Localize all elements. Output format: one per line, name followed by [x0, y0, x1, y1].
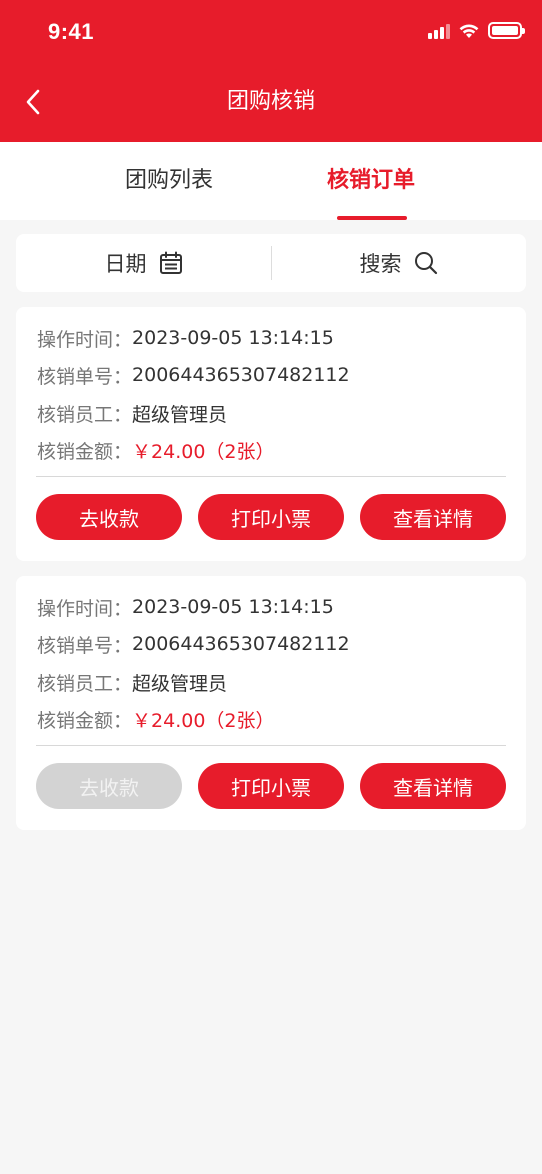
- search-icon: [414, 252, 437, 275]
- operation-time-value: 2023-09-05 13:14:15: [132, 327, 334, 349]
- amount-row: 核销金额： ￥24.00（2张）: [37, 704, 275, 734]
- page-title: 团购核销: [226, 89, 315, 114]
- operation-time-row: 操作时间： 2023-09-05 13:14:15: [37, 592, 334, 622]
- search-label: 搜索: [359, 252, 402, 276]
- filter-bar: 日期 搜索: [16, 234, 526, 292]
- app-header: 9:41 团购核销: [0, 0, 542, 142]
- collect-payment-button[interactable]: 去收款: [36, 494, 182, 540]
- active-tab-indicator: [337, 216, 407, 220]
- view-details-button[interactable]: 查看详情: [360, 763, 506, 809]
- operation-time-value: 2023-09-05 13:14:15: [132, 596, 334, 618]
- amount-label: 核销金额：: [37, 440, 133, 463]
- card-divider: [36, 476, 506, 477]
- date-filter-label: 日期: [104, 252, 147, 276]
- tab-group-buy-list[interactable]: 团购列表: [79, 142, 259, 220]
- collect-payment-button-disabled[interactable]: 去收款: [36, 763, 182, 809]
- order-card: 操作时间： 2023-09-05 13:14:15 核销单号： 20064436…: [16, 307, 526, 561]
- staff-value: 超级管理员: [132, 672, 228, 695]
- order-number-label: 核销单号：: [37, 634, 133, 657]
- order-number-label: 核销单号：: [37, 365, 133, 388]
- amount-value: ￥24.00（2张）: [132, 709, 275, 732]
- staff-label: 核销员工：: [37, 403, 133, 426]
- staff-label: 核销员工：: [37, 672, 133, 695]
- amount-row: 核销金额： ￥24.00（2张）: [37, 435, 275, 465]
- status-icons: [428, 22, 525, 39]
- tab-bar: 团购列表 核销订单: [0, 142, 542, 220]
- order-number-row: 核销单号： 200644365307482112: [37, 360, 350, 390]
- wifi-icon: [459, 23, 479, 38]
- print-receipt-button[interactable]: 打印小票: [198, 494, 344, 540]
- operation-time-row: 操作时间： 2023-09-05 13:14:15: [37, 323, 334, 353]
- search-button[interactable]: 搜索: [271, 234, 526, 292]
- tab-verified-orders[interactable]: 核销订单: [281, 142, 461, 220]
- operation-time-label: 操作时间：: [37, 328, 133, 351]
- staff-row: 核销员工： 超级管理员: [37, 398, 227, 428]
- operation-time-label: 操作时间：: [37, 597, 133, 620]
- view-details-button[interactable]: 查看详情: [360, 494, 506, 540]
- signal-icon: [428, 23, 450, 39]
- order-number-value: 200644365307482112: [132, 364, 350, 386]
- calendar-icon: [159, 251, 182, 274]
- amount-label: 核销金额：: [37, 709, 133, 732]
- staff-value: 超级管理员: [132, 403, 228, 426]
- order-number-value: 200644365307482112: [132, 633, 350, 655]
- print-receipt-button[interactable]: 打印小票: [198, 763, 344, 809]
- amount-value: ￥24.00（2张）: [132, 440, 275, 463]
- staff-row: 核销员工： 超级管理员: [37, 667, 227, 697]
- date-filter-button[interactable]: 日期: [16, 234, 271, 292]
- battery-icon: [488, 22, 525, 39]
- order-number-row: 核销单号： 200644365307482112: [37, 629, 350, 659]
- card-divider: [36, 745, 506, 746]
- order-card: 操作时间： 2023-09-05 13:14:15 核销单号： 20064436…: [16, 576, 526, 830]
- status-time: 9:41: [48, 19, 95, 44]
